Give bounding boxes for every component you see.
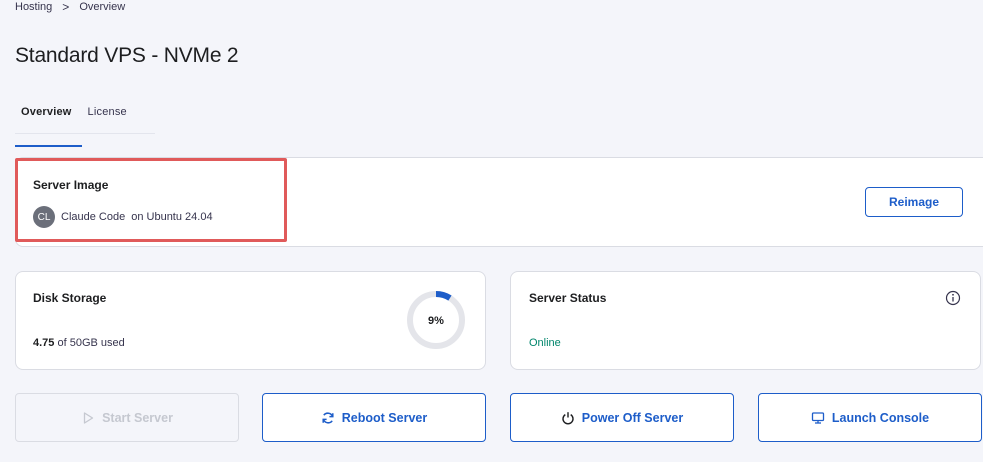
donut-percent-label: 9%: [428, 315, 444, 327]
disk-storage-title: Disk Storage: [33, 291, 107, 305]
start-server-label: Start Server: [102, 410, 173, 425]
highlight-box: [15, 158, 287, 242]
tab-overview[interactable]: Overview: [15, 104, 82, 147]
disk-usage-donut: 9%: [407, 291, 465, 349]
launch-console-button[interactable]: Launch Console: [758, 393, 982, 442]
tab-bar: Overview License: [15, 104, 155, 147]
image-name: Claude Code: [61, 211, 126, 223]
launch-console-label: Launch Console: [831, 410, 930, 425]
page-title: Standard VPS - NVMe 2: [15, 44, 239, 67]
server-image-title: Server Image: [33, 178, 109, 192]
breadcrumb-item-overview: Overview: [79, 1, 126, 13]
start-server-button[interactable]: Start Server: [15, 393, 239, 442]
refresh-icon: [322, 412, 334, 423]
power-off-server-button[interactable]: Power Off Server: [510, 393, 734, 442]
disk-usage-text: 4.75 of 50GB used: [33, 337, 125, 349]
power-icon: [562, 411, 574, 424]
disk-total-text: of 50GB used: [57, 337, 125, 349]
play-icon: [83, 411, 94, 424]
disk-used-value: 4.75: [33, 337, 55, 349]
server-status-value: Online: [529, 337, 561, 349]
server-image-info: CL Claude Code on Ubuntu 24.04: [33, 206, 213, 228]
tab-license[interactable]: License: [82, 104, 137, 133]
breadcrumb-item-hosting[interactable]: Hosting: [15, 1, 52, 13]
monitor-icon: [811, 411, 825, 424]
server-status-title: Server Status: [529, 291, 607, 305]
reimage-button[interactable]: Reimage: [865, 187, 963, 217]
breadcrumb-separator: >: [62, 0, 70, 14]
avatar: CL: [33, 206, 55, 228]
server-status-card: [510, 271, 981, 370]
image-os: on Ubuntu 24.04: [131, 211, 213, 223]
reboot-server-button[interactable]: Reboot Server: [262, 393, 486, 442]
reboot-server-label: Reboot Server: [341, 410, 428, 425]
power-off-server-label: Power Off Server: [581, 410, 684, 425]
breadcrumb: Hosting > Overview: [15, 0, 125, 14]
info-icon[interactable]: [945, 290, 961, 306]
